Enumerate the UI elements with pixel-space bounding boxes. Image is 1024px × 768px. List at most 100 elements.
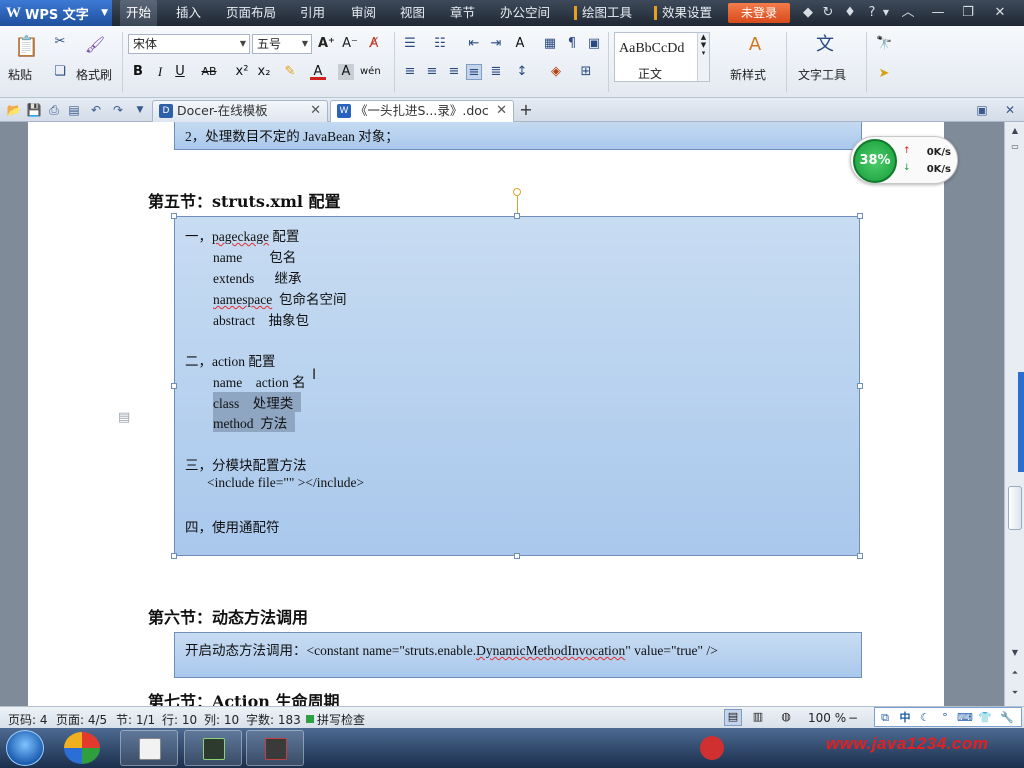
copy-icon[interactable]: ❏: [52, 64, 68, 80]
ime-punct-icon[interactable]: °: [937, 710, 953, 726]
redo-icon[interactable]: ↷: [110, 102, 126, 118]
print-icon[interactable]: ⎙: [46, 102, 62, 118]
increase-indent-icon[interactable]: ⇥: [488, 36, 504, 52]
italic-button[interactable]: I: [152, 64, 168, 80]
open-folder-icon[interactable]: 📂: [6, 102, 22, 118]
restore-icon[interactable]: ❐: [960, 4, 976, 22]
phonetic-guide-icon[interactable]: wén: [360, 64, 381, 80]
select-icon[interactable]: ➤: [876, 66, 892, 82]
ime-user-icon[interactable]: 👕: [977, 710, 993, 726]
menu-tab-home[interactable]: 开始: [120, 0, 158, 26]
shrink-font-icon[interactable]: A⁻: [342, 36, 358, 52]
new-style-button[interactable]: 新样式: [730, 66, 766, 83]
ime-settings-icon[interactable]: 🔧: [999, 710, 1015, 726]
superscript-icon[interactable]: x²: [234, 64, 250, 80]
resize-handle[interactable]: [171, 383, 177, 389]
text-tools-icon[interactable]: 文: [814, 34, 836, 56]
underline-button[interactable]: U: [172, 64, 188, 80]
scroll-down-icon[interactable]: ▼: [1009, 648, 1021, 660]
sync-icon[interactable]: ↻: [820, 4, 836, 22]
chinese-layout-icon[interactable]: A: [512, 36, 528, 52]
grow-font-icon[interactable]: A⁺: [318, 36, 335, 52]
justify-icon[interactable]: ≡: [466, 64, 482, 80]
zoom-level[interactable]: 100 %: [808, 711, 846, 725]
status-word-count[interactable]: 字数: 183: [246, 711, 301, 728]
zoom-out-icon[interactable]: −: [848, 711, 858, 725]
font-color-icon[interactable]: A: [310, 64, 326, 80]
app-icon-colorful[interactable]: [64, 732, 100, 764]
ime-softkeyboard-icon[interactable]: ⌨: [957, 710, 973, 726]
side-panel-handle[interactable]: [1018, 372, 1024, 472]
strikethrough-icon[interactable]: AB: [198, 64, 220, 80]
menu-tab-drawing-tools[interactable]: 绘图工具: [576, 0, 638, 26]
align-right-icon[interactable]: ≡: [446, 64, 462, 80]
ime-language-toggle[interactable]: 中: [897, 710, 913, 726]
ime-logo-icon[interactable]: ⧉: [877, 710, 893, 726]
new-tab-icon[interactable]: +: [518, 102, 534, 118]
resize-handle[interactable]: [171, 213, 177, 219]
tab-close-icon[interactable]: ✕: [1002, 102, 1018, 118]
style-gallery-scroll[interactable]: ▲ ▼ ▾: [697, 33, 709, 81]
rotate-handle[interactable]: [513, 188, 521, 196]
resize-handle[interactable]: [171, 553, 177, 559]
ime-moon-icon[interactable]: ☾: [917, 710, 933, 726]
minimize-icon[interactable]: —: [930, 4, 946, 22]
menu-tab-effects[interactable]: 效果设置: [656, 0, 718, 26]
tab-current-document[interactable]: W 《一头扎进S...录》.doc ✕: [330, 100, 514, 123]
paste-options-icon[interactable]: ▤: [118, 410, 134, 426]
chevron-down-icon[interactable]: ▼: [132, 102, 148, 118]
highlight-icon[interactable]: ✎: [282, 64, 298, 80]
align-left-icon[interactable]: ≡: [402, 64, 418, 80]
clear-format-icon[interactable]: A̸: [366, 36, 382, 52]
resize-handle[interactable]: [857, 213, 863, 219]
outline-view-icon[interactable]: ▥: [750, 710, 766, 726]
menu-tab-office-space[interactable]: 办公空间: [494, 0, 556, 26]
close-icon[interactable]: ✕: [310, 101, 321, 121]
format-painter-icon[interactable]: 🖌: [84, 34, 106, 56]
numbered-list-icon[interactable]: ☷: [432, 36, 448, 52]
ruler-toggle-icon[interactable]: ▭: [1009, 142, 1021, 154]
find-icon[interactable]: 🔭: [876, 36, 892, 52]
tab-restore-icon[interactable]: ▣: [974, 102, 990, 118]
menu-tab-chapter[interactable]: 章节: [444, 0, 481, 26]
resize-handle[interactable]: [514, 213, 520, 219]
shirt-icon[interactable]: ♦: [842, 4, 858, 22]
paste-button[interactable]: 粘贴: [8, 66, 32, 83]
taskbar-app-window[interactable]: [184, 730, 242, 766]
style-gallery[interactable]: AaBbCcDd 正文 ▲ ▼ ▾: [614, 32, 710, 82]
resize-handle[interactable]: [857, 383, 863, 389]
close-icon[interactable]: ✕: [992, 4, 1008, 22]
format-painter-button[interactable]: 格式刷: [76, 66, 112, 83]
scroll-thumb[interactable]: [1008, 486, 1022, 530]
bullet-list-icon[interactable]: ☰: [402, 36, 418, 52]
collapse-ribbon-icon[interactable]: ︿: [900, 4, 916, 22]
start-button[interactable]: [6, 730, 44, 766]
menu-tab-references[interactable]: 引用: [294, 0, 331, 26]
cut-icon[interactable]: ✂: [52, 34, 68, 50]
web-view-icon[interactable]: ◍: [778, 710, 794, 726]
document-page[interactable]: 2，处理数目不定的 JavaBean 对象； 第五节：struts.xml 配置…: [28, 122, 944, 706]
menu-tab-view[interactable]: 视图: [394, 0, 431, 26]
scroll-up-icon[interactable]: ▲: [1009, 126, 1021, 138]
paste-icon[interactable]: 📋: [14, 34, 39, 58]
status-pages[interactable]: 页面: 4/5: [56, 711, 107, 728]
char-shading-icon[interactable]: A: [338, 64, 354, 80]
align-center-icon[interactable]: ≡: [424, 64, 440, 80]
font-size-select[interactable]: 五号 ▼: [252, 34, 312, 54]
tab-docer-templates[interactable]: D Docer-在线模板 ✕: [152, 100, 328, 122]
wps-app-menu-button[interactable]: W WPS 文字 ▼: [0, 0, 112, 26]
print-preview-icon[interactable]: ▤: [66, 102, 82, 118]
decrease-indent-icon[interactable]: ⇤: [466, 36, 482, 52]
menu-tab-review[interactable]: 审阅: [345, 0, 382, 26]
text-tools-button[interactable]: 文字工具: [798, 66, 846, 83]
undo-icon[interactable]: ↶: [88, 102, 104, 118]
line-spacing-icon[interactable]: ↕: [514, 64, 530, 80]
prev-page-icon[interactable]: ⏶: [1009, 668, 1021, 680]
menu-tab-insert[interactable]: 插入: [170, 0, 207, 26]
close-icon[interactable]: ✕: [496, 101, 507, 121]
taskbar-wps-writer[interactable]: [120, 730, 178, 766]
spell-check-button[interactable]: 拼写检查: [317, 711, 365, 728]
page-view-icon[interactable]: ▤: [724, 709, 742, 726]
taskbar-recorder[interactable]: [246, 730, 304, 766]
selected-text-box[interactable]: 一，pageckage 配置 name 包名 extends 继承 namesp…: [174, 216, 860, 556]
